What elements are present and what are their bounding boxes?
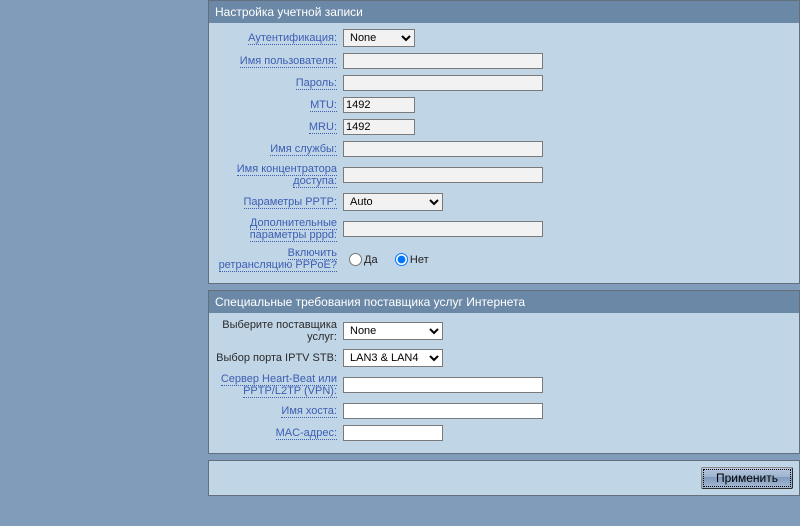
isp-requirements-title: Специальные требования поставщика услуг …: [209, 291, 799, 313]
hostname-input[interactable]: [343, 403, 543, 419]
isp-requirements-panel: Специальные требования поставщика услуг …: [208, 290, 800, 454]
isp-select-label: Выберите поставщика услуг:: [222, 319, 337, 343]
username-input[interactable]: [343, 53, 543, 69]
pppoe-relay-no[interactable]: [395, 253, 408, 266]
pppd-extra-input[interactable]: [343, 221, 543, 237]
service-name-label: Имя службы:: [270, 143, 337, 156]
pppoe-relay-radios: Да Нет: [343, 252, 437, 267]
iptv-port-select[interactable]: LAN3 & LAN4: [343, 349, 443, 367]
mac-input[interactable]: [343, 425, 443, 441]
actions-bar: Применить: [208, 460, 800, 496]
ac-name-label: Имя концентратора доступа:: [237, 163, 337, 188]
pptp-params-label: Параметры PPTP:: [244, 196, 337, 209]
account-settings-panel: Настройка учетной записи Аутентификация:…: [208, 0, 800, 284]
auth-label: Аутентификация:: [248, 32, 337, 45]
mtu-label: MTU:: [310, 99, 337, 112]
pppoe-relay-label: Включить ретрансляцию PPPoE?: [219, 247, 337, 272]
pptp-params-select[interactable]: Auto: [343, 193, 443, 211]
iptv-port-label: Выбор порта IPTV STB:: [216, 352, 337, 364]
apply-button[interactable]: Применить: [701, 467, 793, 489]
pppd-extra-label: Дополнительные параметры pppd:: [250, 217, 337, 242]
password-input[interactable]: [343, 75, 543, 91]
mac-label: MAC-адрес:: [276, 427, 337, 440]
mru-input[interactable]: [343, 119, 415, 135]
isp-select[interactable]: None: [343, 322, 443, 340]
account-settings-title: Настройка учетной записи: [209, 1, 799, 23]
username-label: Имя пользователя:: [240, 55, 337, 68]
auth-select[interactable]: None: [343, 29, 415, 47]
mtu-input[interactable]: [343, 97, 415, 113]
pppoe-relay-yes[interactable]: [349, 253, 362, 266]
password-label: Пароль:: [296, 77, 337, 90]
service-name-input[interactable]: [343, 141, 543, 157]
mru-label: MRU:: [309, 121, 337, 134]
account-settings-body: Аутентификация: None Имя пользователя: Па…: [209, 23, 799, 283]
heartbeat-label: Сервер Heart-Beat или PPTP/L2TP (VPN):: [221, 373, 337, 398]
ac-name-input[interactable]: [343, 167, 543, 183]
isp-requirements-body: Выберите поставщика услуг: None Выбор пор…: [209, 313, 799, 453]
heartbeat-input[interactable]: [343, 377, 543, 393]
hostname-label: Имя хоста:: [281, 405, 337, 418]
